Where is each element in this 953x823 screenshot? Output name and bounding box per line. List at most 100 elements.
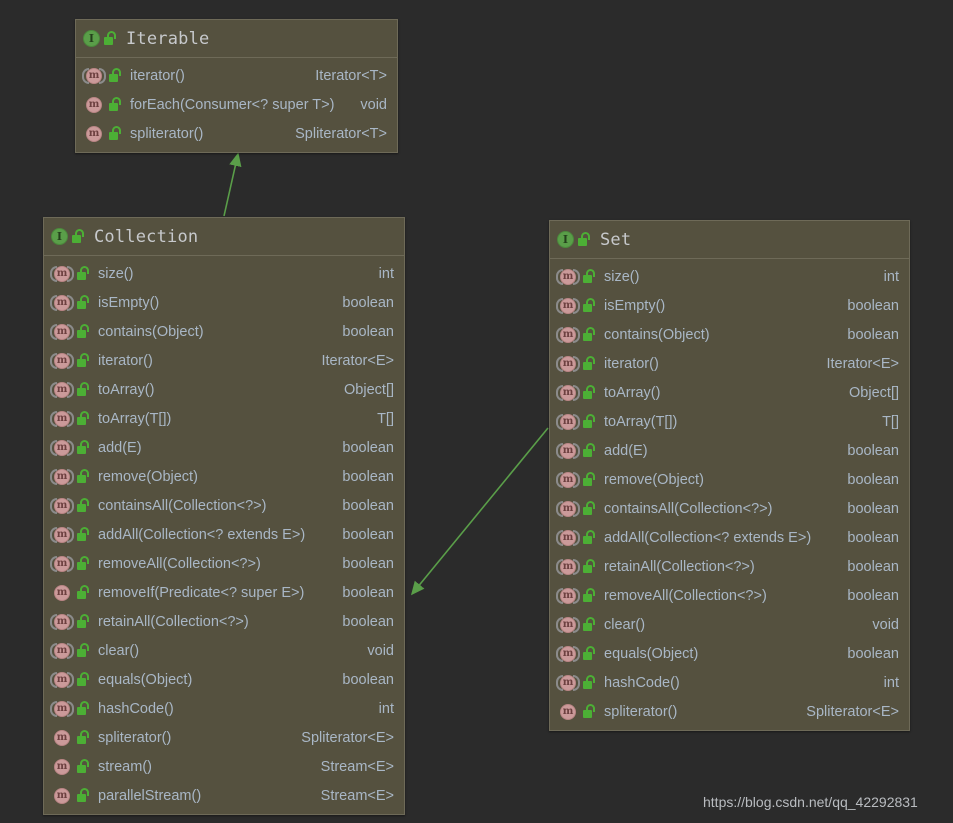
public-unlocked-padlock-icon xyxy=(583,327,596,342)
method-signature: toArray(T[]) xyxy=(604,413,678,430)
interface-icon: I xyxy=(83,30,100,47)
method-icon-letter: m xyxy=(562,589,574,601)
method-icon-letter: m xyxy=(562,270,574,282)
uml-diagram-canvas: I Iterable m iterator() Iterator<T> m fo… xyxy=(0,0,953,823)
uml-member-row[interactable]: m toArray() Object[] xyxy=(550,378,909,407)
uml-member-row[interactable]: m parallelStream() Stream<E> xyxy=(44,781,404,810)
method-icon: m xyxy=(50,526,74,544)
interface-icon-letter: I xyxy=(562,233,569,246)
uml-member-row[interactable]: m clear() void xyxy=(550,610,909,639)
uml-member-row[interactable]: m equals(Object) boolean xyxy=(550,639,909,668)
method-signature: equals(Object) xyxy=(98,671,193,688)
uml-member-row[interactable]: m iterator() Iterator<T> xyxy=(76,61,397,90)
uml-member-row[interactable]: m spliterator() Spliterator<E> xyxy=(550,697,909,726)
uml-member-row[interactable]: m isEmpty() boolean xyxy=(550,291,909,320)
uml-class-set[interactable]: I Set m size() int m isEmpty() boolean m contai… xyxy=(549,220,910,731)
uml-member-row[interactable]: m addAll(Collection<? extends E>) boolean xyxy=(44,520,404,549)
method-icon: m xyxy=(50,555,74,573)
uml-member-row[interactable]: m toArray(T[]) T[] xyxy=(44,404,404,433)
method-icon: m xyxy=(50,439,74,457)
uml-member-row[interactable]: m stream() Stream<E> xyxy=(44,752,404,781)
method-signature: clear() xyxy=(604,616,646,633)
method-signature: contains(Object) xyxy=(604,326,710,343)
uml-member-row[interactable]: m removeIf(Predicate<? super E>) boolean xyxy=(44,578,404,607)
method-icon: m xyxy=(50,671,74,689)
padlock-body xyxy=(583,333,592,341)
uml-member-row[interactable]: m spliterator() Spliterator<T> xyxy=(76,119,397,148)
method-icon: m xyxy=(556,645,580,663)
method-signature: retainAll(Collection<?>) xyxy=(98,613,249,630)
uml-member-row[interactable]: m toArray(T[]) T[] xyxy=(550,407,909,436)
method-return-type: boolean xyxy=(342,584,394,601)
public-unlocked-padlock-icon xyxy=(77,672,90,687)
padlock-body xyxy=(583,478,592,486)
method-icon-letter: m xyxy=(56,325,68,337)
method-signature: add(E) xyxy=(604,442,648,459)
uml-class-name: Iterable xyxy=(126,28,210,49)
method-signature: spliterator() xyxy=(604,703,678,720)
public-unlocked-padlock-icon xyxy=(583,559,596,574)
padlock-body xyxy=(77,533,86,541)
method-return-type: boolean xyxy=(847,645,899,662)
method-icon-letter: m xyxy=(56,383,68,395)
public-unlocked-padlock-icon xyxy=(77,643,90,658)
uml-class-header-iterable: I Iterable xyxy=(76,20,397,58)
uml-member-row[interactable]: m containsAll(Collection<?>) boolean xyxy=(44,491,404,520)
uml-class-iterable[interactable]: I Iterable m iterator() Iterator<T> m fo… xyxy=(75,19,398,153)
uml-member-row[interactable]: m hashCode() int xyxy=(44,694,404,723)
padlock-body xyxy=(77,388,86,396)
public-unlocked-padlock-icon xyxy=(583,414,596,429)
method-icon-circle: m xyxy=(54,294,70,311)
uml-member-row[interactable]: m toArray() Object[] xyxy=(44,375,404,404)
uml-member-row[interactable]: m size() int xyxy=(550,262,909,291)
public-unlocked-padlock-icon xyxy=(77,701,90,716)
uml-member-row[interactable]: m iterator() Iterator<E> xyxy=(44,346,404,375)
uml-member-row[interactable]: m contains(Object) boolean xyxy=(44,317,404,346)
uml-member-row[interactable]: m remove(Object) boolean xyxy=(44,462,404,491)
watermark-url: https://blog.csdn.net/qq_42292831 xyxy=(703,794,918,810)
method-icon-circle: m xyxy=(560,587,576,604)
uml-member-row[interactable]: m retainAll(Collection<?>) boolean xyxy=(44,607,404,636)
method-icon: m xyxy=(50,265,74,283)
uml-member-row[interactable]: m retainAll(Collection<?>) boolean xyxy=(550,552,909,581)
padlock-body xyxy=(77,504,86,512)
uml-member-row[interactable]: m contains(Object) boolean xyxy=(550,320,909,349)
method-signature: toArray() xyxy=(98,381,155,398)
method-icon-circle: m xyxy=(560,384,576,401)
method-signature: removeAll(Collection<?>) xyxy=(98,555,261,572)
method-return-type: Iterator<T> xyxy=(315,67,387,84)
method-return-type: Stream<E> xyxy=(320,787,394,804)
method-icon-letter: m xyxy=(56,354,68,366)
uml-member-row[interactable]: m isEmpty() boolean xyxy=(44,288,404,317)
method-icon-letter: m xyxy=(562,647,574,659)
uml-member-row[interactable]: m size() int xyxy=(44,259,404,288)
method-icon-circle: m xyxy=(54,758,70,775)
uml-class-header-set: I Set xyxy=(550,221,909,259)
uml-member-row[interactable]: m spliterator() Spliterator<E> xyxy=(44,723,404,752)
method-icon: m xyxy=(556,326,580,344)
public-unlocked-padlock-icon xyxy=(583,385,596,400)
uml-member-row[interactable]: m addAll(Collection<? extends E>) boolean xyxy=(550,523,909,552)
method-signature: iterator() xyxy=(98,352,153,369)
uml-class-collection[interactable]: I Collection m size() int m isEmpty() boolean… xyxy=(43,217,405,815)
method-signature: hashCode() xyxy=(98,700,174,717)
uml-member-row[interactable]: m containsAll(Collection<?>) boolean xyxy=(550,494,909,523)
method-signature: retainAll(Collection<?>) xyxy=(604,558,755,575)
method-icon-circle: m xyxy=(54,642,70,659)
uml-member-row[interactable]: m clear() void xyxy=(44,636,404,665)
uml-member-row[interactable]: m forEach(Consumer<? super T>) void xyxy=(76,90,397,119)
method-signature: toArray() xyxy=(604,384,661,401)
method-icon-letter: m xyxy=(562,502,574,514)
uml-member-row[interactable]: m remove(Object) boolean xyxy=(550,465,909,494)
uml-member-row[interactable]: m removeAll(Collection<?>) boolean xyxy=(44,549,404,578)
padlock-body xyxy=(77,562,86,570)
padlock-body xyxy=(583,594,592,602)
method-icon-letter: m xyxy=(88,127,100,139)
uml-member-row[interactable]: m add(E) boolean xyxy=(550,436,909,465)
uml-member-row[interactable]: m equals(Object) boolean xyxy=(44,665,404,694)
uml-member-row[interactable]: m hashCode() int xyxy=(550,668,909,697)
uml-member-row[interactable]: m add(E) boolean xyxy=(44,433,404,462)
uml-member-row[interactable]: m removeAll(Collection<?>) boolean xyxy=(550,581,909,610)
uml-member-row[interactable]: m iterator() Iterator<E> xyxy=(550,349,909,378)
method-return-type: boolean xyxy=(342,555,394,572)
